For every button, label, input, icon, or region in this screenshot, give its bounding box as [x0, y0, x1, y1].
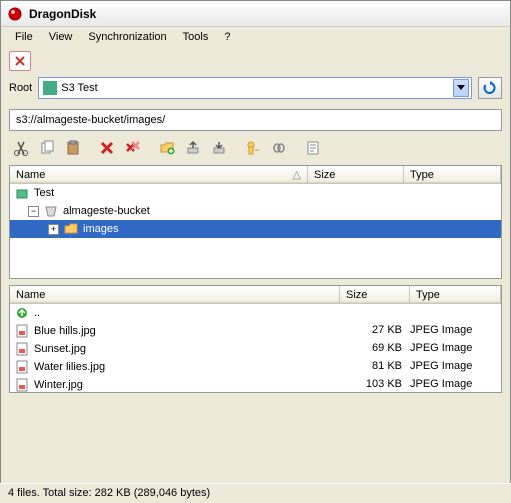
file-row[interactable]: Blue hills.jpg 27 KBJPEG Image — [10, 322, 501, 340]
file-panel[interactable]: Name Size Type .. Blue hills.jpg27 KBJPE… — [9, 285, 502, 393]
file-size: 69 KB — [340, 342, 410, 356]
address-row: s3://almageste-bucket/images/ — [1, 105, 510, 135]
menubar: File View Synchronization Tools ? — [1, 27, 510, 47]
up-icon — [14, 306, 30, 320]
file-col-size[interactable]: Size — [340, 286, 410, 303]
root-row: Root S3 Test — [1, 75, 510, 105]
tree-bucket-row[interactable]: − almageste-bucket — [10, 202, 501, 220]
file-col-name[interactable]: Name — [10, 286, 340, 303]
file-name: Water lilies.jpg — [34, 361, 105, 373]
file-row[interactable]: Winter.jpg 103 KBJPEG Image — [10, 376, 501, 393]
chevron-down-icon[interactable] — [453, 79, 469, 97]
s3-icon — [43, 81, 57, 95]
menu-help[interactable]: ? — [216, 29, 238, 45]
tree-folder-label: images — [83, 223, 118, 235]
download-button[interactable] — [207, 137, 231, 159]
address-input[interactable]: s3://almageste-bucket/images/ — [9, 109, 502, 131]
file-name: Blue hills.jpg — [34, 325, 96, 337]
root-label: Root — [9, 82, 32, 94]
action-toolbar — [1, 135, 510, 165]
file-up-row[interactable]: .. — [10, 304, 501, 322]
permissions-button[interactable] — [241, 137, 265, 159]
properties-button[interactable] — [301, 137, 325, 159]
tree-folder-row[interactable]: + images — [10, 220, 501, 238]
tree-panel[interactable]: Name△ Size Type Test − almageste-bucket … — [9, 165, 502, 279]
menu-synchronization[interactable]: Synchronization — [80, 29, 174, 45]
menu-tools[interactable]: Tools — [175, 29, 217, 45]
file-col-type[interactable]: Type — [410, 286, 501, 303]
tree-root-label: Test — [34, 187, 54, 199]
menu-file[interactable]: File — [7, 29, 41, 45]
file-size: 81 KB — [340, 360, 410, 374]
tree-col-name[interactable]: Name△ — [10, 166, 308, 183]
cut-button[interactable] — [9, 137, 33, 159]
file-type: JPEG Image — [410, 378, 497, 392]
file-up-label: .. — [34, 307, 40, 319]
delete-button[interactable] — [95, 137, 119, 159]
file-size: 27 KB — [340, 324, 410, 338]
file-type: JPEG Image — [410, 342, 497, 356]
file-row[interactable]: Sunset.jpg 69 KBJPEG Image — [10, 340, 501, 358]
new-folder-button[interactable] — [155, 137, 179, 159]
refresh-button[interactable] — [478, 77, 502, 99]
collapse-icon[interactable]: − — [28, 206, 39, 217]
file-type: JPEG Image — [410, 324, 497, 338]
file-size: 103 KB — [340, 378, 410, 392]
delete-all-button[interactable] — [121, 137, 145, 159]
bucket-icon — [43, 204, 59, 218]
image-file-icon — [14, 324, 30, 338]
file-name: Sunset.jpg — [34, 343, 86, 355]
image-file-icon — [14, 378, 30, 392]
sort-asc-icon: △ — [293, 168, 301, 181]
tree-bucket-label: almageste-bucket — [63, 205, 150, 217]
folder-icon — [63, 222, 79, 236]
image-file-icon — [14, 360, 30, 374]
menu-view[interactable]: View — [41, 29, 81, 45]
file-header: Name Size Type — [10, 286, 501, 304]
link-button[interactable] — [267, 137, 291, 159]
address-text: s3://almageste-bucket/images/ — [16, 114, 165, 126]
image-file-icon — [14, 342, 30, 356]
tree-root-row[interactable]: Test — [10, 184, 501, 202]
copy-button[interactable] — [35, 137, 59, 159]
root-combo[interactable]: S3 Test — [38, 77, 472, 99]
s3-icon — [14, 186, 30, 200]
tree-header: Name△ Size Type — [10, 166, 501, 184]
tree-col-type[interactable]: Type — [404, 166, 501, 183]
statusbar: 4 files. Total size: 282 KB (289,046 byt… — [0, 483, 511, 503]
app-icon — [7, 6, 23, 22]
upload-button[interactable] — [181, 137, 205, 159]
tab-toolbar — [1, 47, 510, 75]
close-tab-button[interactable] — [9, 51, 31, 71]
file-row[interactable]: Water lilies.jpg 81 KBJPEG Image — [10, 358, 501, 376]
file-type: JPEG Image — [410, 360, 497, 374]
status-text: 4 files. Total size: 282 KB (289,046 byt… — [8, 487, 210, 499]
expand-icon[interactable]: + — [48, 224, 59, 235]
tree-col-size[interactable]: Size — [308, 166, 404, 183]
root-value: S3 Test — [61, 82, 98, 94]
file-name: Winter.jpg — [34, 379, 83, 391]
window-title: DragonDisk — [29, 7, 96, 21]
titlebar: DragonDisk — [1, 1, 510, 27]
paste-button[interactable] — [61, 137, 85, 159]
